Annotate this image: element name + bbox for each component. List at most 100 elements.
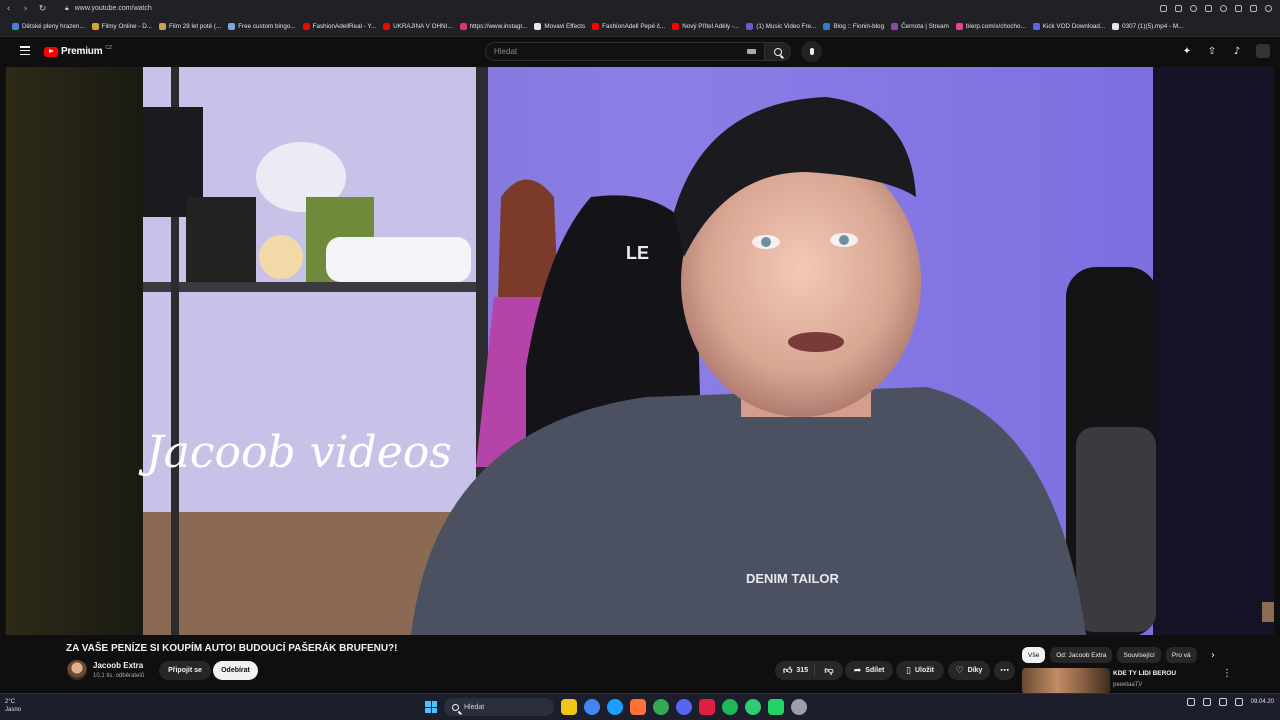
share-button[interactable]: ➦ Sdílet [845,661,893,680]
bookmark-item[interactable]: blerp.com/x/chocho... [955,23,1026,30]
volume-icon[interactable] [1234,698,1243,706]
weather-widget[interactable]: 2°C Jasno [5,698,21,714]
dislike-button[interactable]: 👎︎ [815,666,843,676]
bookmark-item[interactable]: Free custom bingo... [228,23,296,30]
bookmark-label: Blog :: Fionin-blog [833,23,885,30]
windows-start-icon[interactable] [425,701,437,713]
clock-date[interactable]: 09.04.20 [1251,699,1274,705]
bookmark-item[interactable]: Blog :: Fionin-blog [823,23,884,30]
menu-icon[interactable] [20,46,30,55]
filter-chip[interactable]: Pro vá [1165,647,1197,663]
chevron-right-icon[interactable]: › [1211,650,1215,661]
like-count: 315 [796,667,809,674]
voice-search-button[interactable] [801,41,822,62]
recommendation-title[interactable]: KDE TY LIDI BEROU [1113,670,1176,677]
channel-name[interactable]: Jacoob Extra [93,661,143,670]
taskbar-app-icon[interactable] [676,699,692,715]
more-actions-button[interactable]: ⋯ [994,661,1015,680]
thanks-button[interactable]: ♡ Díky [948,661,990,680]
taskbar-app-icon[interactable] [768,699,784,715]
recommendation-channel: peeetaaTV [1113,682,1143,688]
extension-icon[interactable] [1205,5,1212,12]
search-input[interactable]: Hledat [485,42,765,61]
bookmark-item[interactable]: UKRAJINA V OHNI... [383,23,453,30]
neon-sign: Jacoob videos [138,427,452,478]
taskbar-search[interactable]: Hledat [444,698,554,716]
chevron-up-icon[interactable] [1186,698,1195,706]
bookmarks-bar: Dětské pleny hrazen... Filmy Online - D..… [0,17,1280,37]
bookmark-label: UKRAJINA V OHNI... [393,23,453,30]
channel-avatar[interactable] [67,660,87,680]
heart-icon[interactable] [1220,5,1227,12]
taskbar-app-icon[interactable] [791,699,807,715]
youtube-logo[interactable]: Premium CZ [44,45,112,57]
bookmark-item[interactable]: https://www.instagr... [459,23,527,30]
filter-chip[interactable]: Související [1117,647,1161,663]
video-player[interactable]: Jacoob videos LE DENIM TAILOR [6,67,1274,635]
address-bar[interactable]: 🔒︎ www.youtube.com/watch [65,5,152,13]
video-frame: Jacoob videos LE DENIM TAILOR [6,67,1274,635]
kebab-menu-icon[interactable]: ⋮ [1222,668,1232,679]
search-button[interactable] [765,42,791,61]
like-button[interactable]: 👍︎ 315 [775,664,815,677]
filter-chip[interactable]: Od: Jacoob Extra [1050,647,1113,663]
bookmark-item[interactable]: FashionAdellReal - Y... [302,23,376,30]
weather-desc: Jasno [5,707,22,713]
account-avatar[interactable] [1256,44,1270,58]
keyboard-icon[interactable] [747,49,756,54]
bookmark-favicon-icon [1112,23,1120,30]
taskbar-app-icon[interactable] [722,699,738,715]
back-icon[interactable]: ‹ [0,0,17,17]
taskbar-app-icon[interactable] [607,699,623,715]
bookmark-favicon-icon [672,23,680,30]
bookmark-favicon-icon [534,23,542,30]
extension-icon[interactable] [1175,5,1182,12]
bookmark-item[interactable]: Nový Přítel Adély -... [672,23,739,30]
bookmark-item[interactable]: Dětské pleny hrazen... [12,23,85,30]
youtube-header: Premium CZ Hledat ✦ ⇧ ♪ [0,37,1280,67]
search-icon [452,703,459,711]
bookmark-label: Nový Přítel Adély -... [682,23,740,30]
menu-icon[interactable] [1250,5,1257,12]
reload-icon[interactable]: ↻ [34,0,51,17]
extension-icon[interactable] [1190,5,1197,12]
cast-icon[interactable]: ✦ [1181,45,1193,57]
bookmark-favicon-icon [91,23,99,30]
bookmark-item[interactable]: (1) Music Video Fre... [746,23,816,30]
taskbar-app-icon[interactable] [630,699,646,715]
bookmark-label: Filmy Online - D... [101,23,153,30]
extension-icon[interactable] [1160,5,1167,12]
more-icon: ⋯ [1000,665,1009,676]
bookmark-item[interactable]: Kick VOD Download... [1032,23,1105,30]
taskbar-app-icon[interactable] [699,699,715,715]
bookmark-item[interactable]: Černota | Stream [891,23,949,30]
bookmark-favicon-icon [383,23,391,30]
bookmark-label: FashionAdell Pepé č... [602,23,666,30]
bookmark-item[interactable]: Film 28 let poté (... [159,23,221,30]
filter-chip[interactable]: Vše [1022,647,1046,663]
bookmark-favicon-icon [746,23,754,30]
subscribe-button[interactable]: Odebírat [213,661,258,680]
taskbar-app-icon[interactable] [745,699,761,715]
browser-tools [1160,0,1272,17]
recommendation-thumbnail[interactable] [1022,668,1110,694]
taskbar-app-icon[interactable] [653,699,669,715]
upload-icon[interactable]: ⇧ [1206,45,1218,57]
bookmark-favicon-icon [891,23,899,30]
bookmark-item[interactable]: FashionAdell Pepé č... [592,23,665,30]
forward-icon[interactable]: › [17,0,34,17]
filter-chips: Vše Od: Jacoob Extra Související Pro vá [1022,647,1197,663]
profile-icon[interactable] [1265,5,1272,12]
bookmark-item[interactable]: Movavi Effects [534,23,585,30]
taskbar-app-icon[interactable] [561,699,577,715]
notifications-icon[interactable]: ♪ [1231,45,1243,57]
save-label: Uložit [914,667,934,674]
bookmark-item[interactable]: 0307 (1)(5).mp4 - M... [1112,23,1183,30]
save-button[interactable]: ▯ Uložit [896,661,944,680]
download-icon[interactable] [1235,5,1242,12]
microphone-icon[interactable] [1202,698,1211,706]
taskbar-app-icon[interactable] [584,699,600,715]
network-icon[interactable] [1218,698,1227,706]
join-button[interactable]: Připojit se [159,661,211,680]
bookmark-item[interactable]: Filmy Online - D... [91,23,153,30]
